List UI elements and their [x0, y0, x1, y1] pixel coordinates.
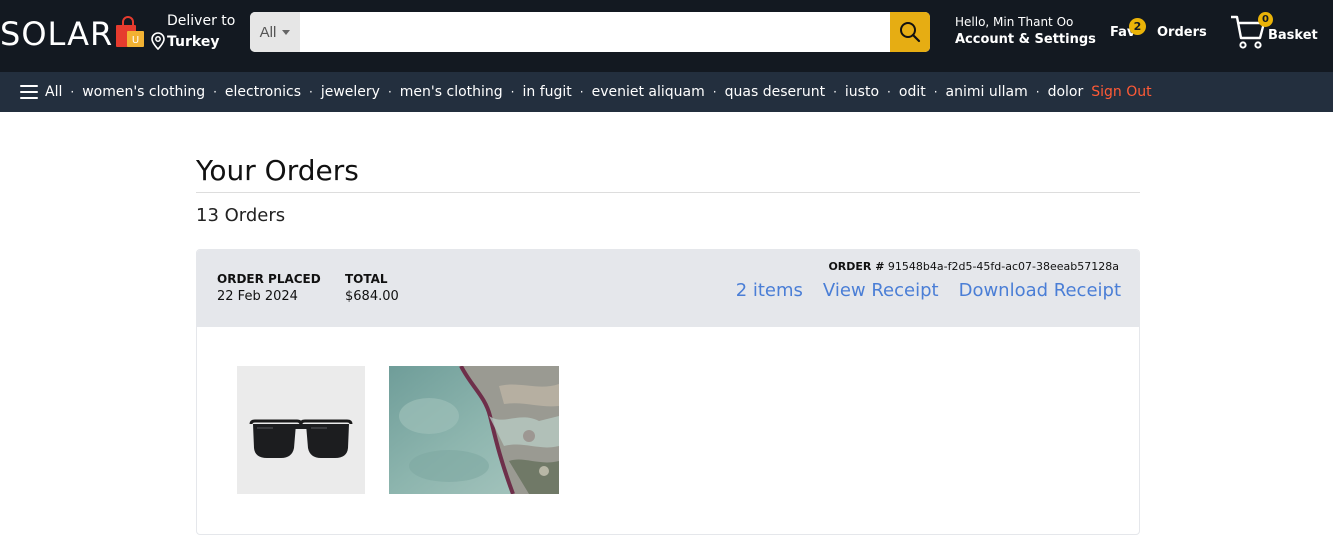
order-total-label: TOTAL	[345, 272, 388, 286]
view-receipt-link[interactable]: View Receipt	[823, 280, 939, 301]
favorites-link[interactable]: Fav 2	[1110, 18, 1146, 40]
nav-category[interactable]: odit	[899, 84, 926, 100]
order-placed-label: ORDER PLACED	[217, 272, 321, 286]
order-id: ORDER # 91548b4a-f2d5-45fd-ac07-38eeab57…	[828, 260, 1119, 273]
nav-category[interactable]: quas deserunt	[725, 84, 825, 100]
account-menu[interactable]: Hello, Min Thant Oo Account & Settings	[955, 15, 1096, 47]
order-count: 13 Orders	[196, 205, 286, 226]
nav-category[interactable]: men's clothing	[400, 84, 503, 100]
order-total-value: $684.00	[345, 289, 399, 304]
deliver-country: Turkey	[167, 34, 220, 50]
caret-down-icon	[282, 29, 291, 35]
greeting: Hello, Min Thant Oo	[955, 15, 1074, 29]
order-card: ORDER PLACED 22 Feb 2024 TOTAL $684.00 O…	[196, 249, 1140, 535]
order-actions: 2 items View Receipt Download Receipt	[736, 280, 1121, 301]
nav-category[interactable]: iusto	[845, 84, 879, 100]
deliver-label: Deliver to	[167, 13, 236, 29]
fav-count-badge: 2	[1129, 18, 1146, 35]
sign-out-link[interactable]: Sign Out	[1091, 84, 1151, 100]
logo[interactable]: SOLAR U	[0, 14, 146, 54]
svg-text:U: U	[132, 35, 139, 46]
search-category-select[interactable]: All	[250, 12, 300, 52]
search-button[interactable]	[890, 12, 930, 52]
page-title: Your Orders	[196, 154, 359, 187]
hamburger-menu-icon[interactable]	[20, 85, 38, 99]
nav-category[interactable]: electronics	[225, 84, 301, 100]
search-icon	[900, 22, 921, 43]
account-settings-label: Account & Settings	[955, 32, 1096, 47]
nav-category[interactable]: animi ullam	[946, 84, 1028, 100]
basket-count-badge: 0	[1258, 12, 1273, 27]
divider	[196, 192, 1140, 193]
search-input[interactable]	[300, 12, 890, 52]
nav-category[interactable]: in fugit	[523, 84, 572, 100]
product-image-sunglasses[interactable]	[237, 366, 365, 494]
sunglasses-image	[237, 366, 365, 494]
orders-link[interactable]: Orders	[1157, 25, 1207, 40]
location-pin-icon	[151, 32, 165, 50]
product-image-aerial-coast[interactable]	[389, 366, 559, 494]
order-header: ORDER PLACED 22 Feb 2024 TOTAL $684.00 O…	[197, 250, 1139, 327]
shopping-bag-icon: U	[116, 16, 145, 47]
logo-text: SOLAR	[0, 15, 114, 53]
nav-category[interactable]: jewelery	[321, 84, 380, 100]
items-link[interactable]: 2 items	[736, 280, 803, 301]
category-nav: All · women's clothing · electronics · j…	[0, 72, 1333, 112]
aerial-coast-image	[389, 366, 559, 494]
order-placed: ORDER PLACED 22 Feb 2024	[217, 272, 321, 304]
order-id-label: ORDER #	[828, 260, 885, 273]
order-id-value: 91548b4a-f2d5-45fd-ac07-38eeab57128a	[887, 260, 1119, 273]
basket-link[interactable]: 0 Basket	[1230, 12, 1330, 50]
nav-category[interactable]: dolor	[1048, 84, 1084, 100]
nav-category[interactable]: eveniet aliquam	[592, 84, 705, 100]
search-category-value: All	[259, 23, 277, 41]
search-bar: All	[250, 12, 930, 52]
nav-category[interactable]: women's clothing	[82, 84, 205, 100]
nav-all[interactable]: All	[45, 84, 62, 100]
order-total: TOTAL $684.00	[345, 272, 399, 304]
basket-label: Basket	[1268, 28, 1318, 43]
top-header: SOLAR U Deliver to Turkey All Hello, Min…	[0, 0, 1333, 72]
order-placed-date: 22 Feb 2024	[217, 289, 298, 304]
download-receipt-link[interactable]: Download Receipt	[959, 280, 1121, 301]
